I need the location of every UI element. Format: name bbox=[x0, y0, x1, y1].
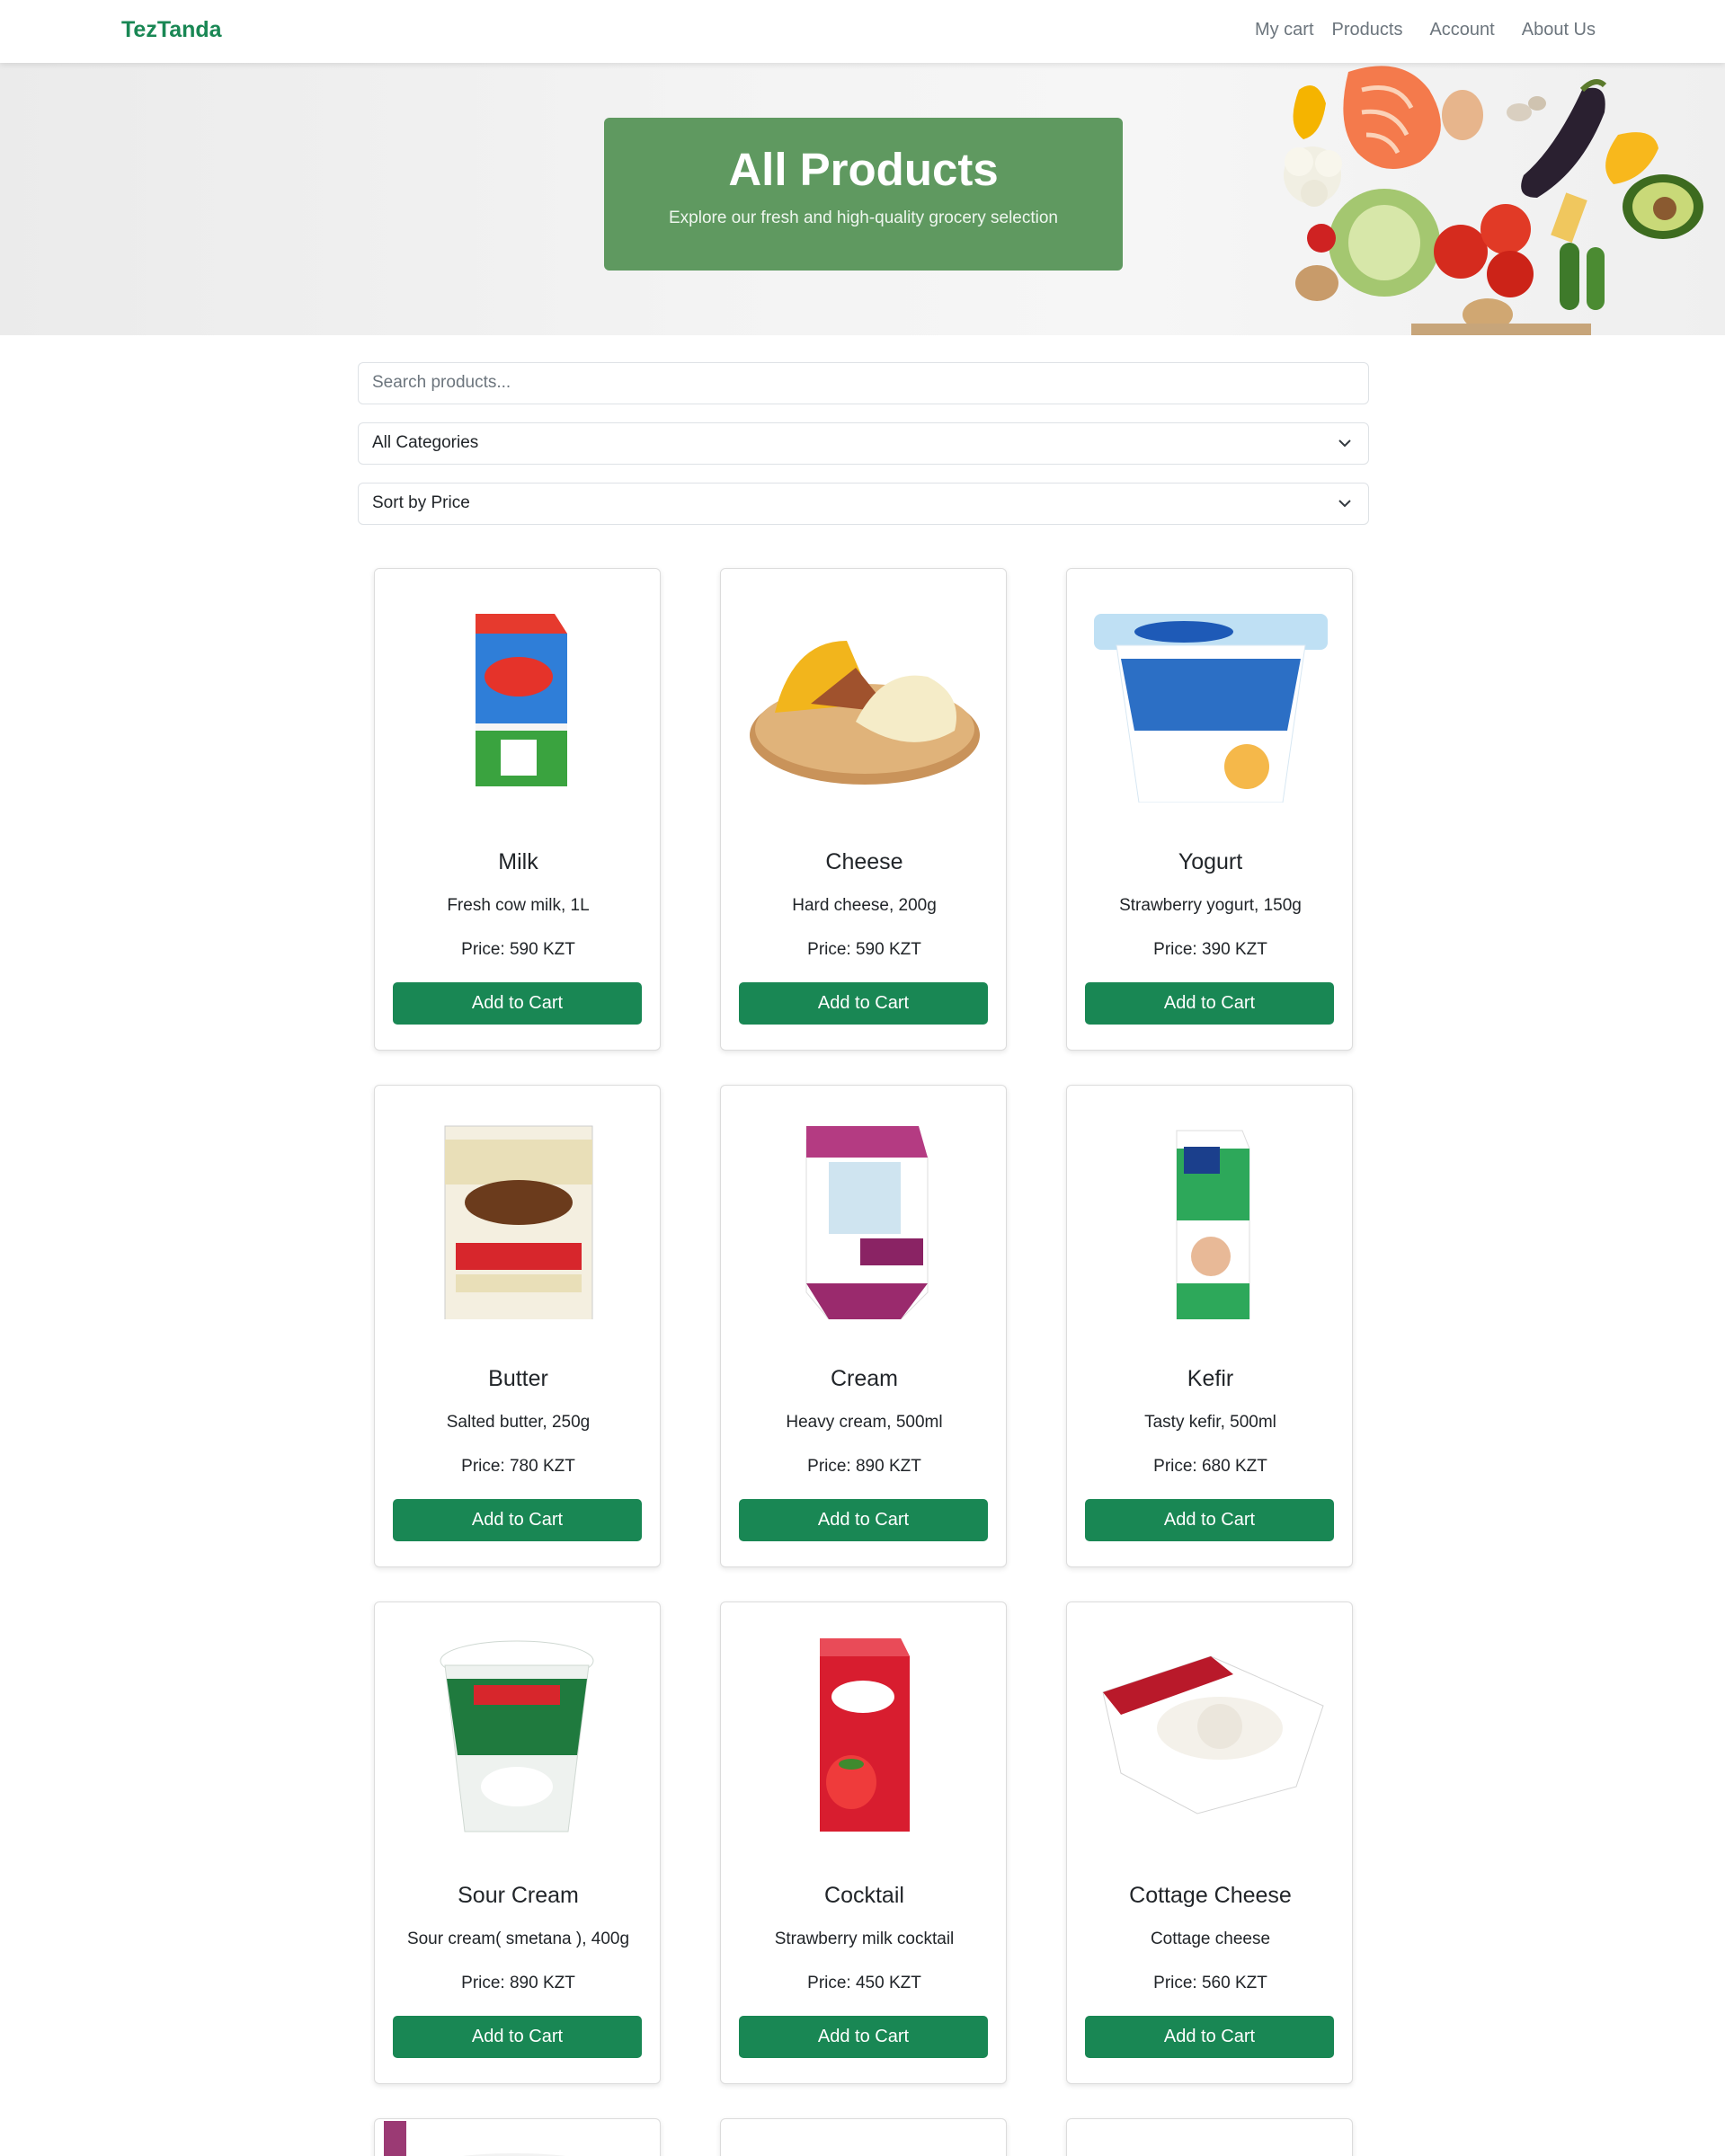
product-image-milk bbox=[476, 614, 567, 786]
product-name: Sour Cream bbox=[458, 1883, 579, 1908]
product-image-cocktail bbox=[820, 1638, 910, 1832]
product-card-milk: Milk Fresh cow milk, 1L Price: 590 KZT A… bbox=[374, 568, 661, 1051]
product-name: Butter bbox=[488, 1366, 548, 1391]
product-card-cream: Cream Heavy cream, 500ml Price: 890 KZT … bbox=[720, 1085, 1007, 1567]
product-card-cottage-cheese: Cottage Cheese Cottage cheese Price: 560… bbox=[1066, 1601, 1353, 2084]
product-card-sour-cream: Sour Cream Sour cream( smetana ), 400g P… bbox=[374, 1601, 661, 2084]
product-price: Price: 560 KZT bbox=[1153, 1974, 1267, 1992]
add-to-cart-button[interactable]: Add to Cart bbox=[1085, 982, 1334, 1025]
product-image-cheese bbox=[750, 641, 980, 785]
nav-link-products[interactable]: Products bbox=[1332, 20, 1403, 40]
product-price: Price: 680 KZT bbox=[1153, 1457, 1267, 1476]
product-image-cream bbox=[805, 1126, 929, 1319]
product-description: Heavy cream, 500ml bbox=[786, 1413, 943, 1432]
product-price: Price: 450 KZT bbox=[807, 1974, 921, 1992]
product-name: Yogurt bbox=[1178, 849, 1243, 874]
product-card-kefir: Kefir Tasty kefir, 500ml Price: 680 KZT … bbox=[1066, 1085, 1353, 1567]
product-price: Price: 590 KZT bbox=[807, 940, 921, 959]
product-price: Price: 590 KZT bbox=[461, 940, 575, 959]
product-name: Cottage Cheese bbox=[1129, 1883, 1292, 1908]
add-to-cart-button[interactable]: Add to Cart bbox=[739, 1499, 988, 1541]
add-to-cart-button[interactable]: Add to Cart bbox=[393, 982, 642, 1025]
product-image-kefir bbox=[1176, 1130, 1250, 1319]
product-description: Cottage cheese bbox=[1150, 1930, 1271, 1948]
product-price: Price: 890 KZT bbox=[807, 1457, 921, 1476]
product-name: Milk bbox=[498, 849, 538, 874]
add-to-cart-button[interactable]: Add to Cart bbox=[393, 1499, 642, 1541]
add-to-cart-button[interactable]: Add to Cart bbox=[1085, 2016, 1334, 2058]
category-select[interactable]: All Categories bbox=[358, 422, 1369, 465]
search-input[interactable]: Search products... bbox=[358, 362, 1369, 404]
page-title: All Products bbox=[728, 144, 999, 195]
product-description: Tasty kefir, 500ml bbox=[1144, 1413, 1276, 1432]
brand-logo[interactable]: TezTanda bbox=[121, 17, 222, 43]
chevron-down-icon bbox=[1338, 500, 1351, 508]
chevron-down-icon bbox=[1338, 439, 1351, 448]
product-description: Sour cream( smetana ), 400g bbox=[406, 1930, 630, 1948]
product-description: Fresh cow milk, 1L bbox=[447, 896, 590, 915]
add-to-cart-button[interactable]: Add to Cart bbox=[739, 982, 988, 1025]
category-select-value: All Categories bbox=[372, 433, 479, 452]
product-name: Kefir bbox=[1187, 1366, 1234, 1391]
navbar: TezTanda My cart Products Account About … bbox=[0, 0, 1725, 63]
sort-select-value: Sort by Price bbox=[372, 493, 470, 512]
product-card-cocktail: Cocktail Strawberry milk cocktail Price:… bbox=[720, 1601, 1007, 2084]
nav-links: My cart Products Account About Us bbox=[1255, 20, 1596, 40]
product-description: Strawberry milk cocktail bbox=[774, 1930, 955, 1948]
product-price: Price: 890 KZT bbox=[461, 1974, 575, 1992]
nav-link-account[interactable]: Account bbox=[1429, 20, 1494, 40]
product-name: Cream bbox=[830, 1366, 898, 1391]
product-image-sour-cream bbox=[440, 1640, 594, 1832]
product-card-butter: Butter Salted butter, 250g Price: 780 KZ… bbox=[374, 1085, 661, 1567]
sort-select[interactable]: Sort by Price bbox=[358, 483, 1369, 525]
nav-link-my-cart[interactable]: My cart bbox=[1255, 20, 1314, 40]
add-to-cart-button[interactable]: Add to Cart bbox=[393, 2016, 642, 2058]
search-placeholder: Search products... bbox=[372, 373, 511, 392]
product-description: Salted butter, 250g bbox=[446, 1413, 591, 1432]
product-card-cheese: Cheese Hard cheese, 200g Price: 590 KZT … bbox=[720, 568, 1007, 1051]
page-subtitle: Explore our fresh and high-quality groce… bbox=[668, 209, 1058, 227]
hero-groceries-image bbox=[1284, 66, 1703, 335]
add-to-cart-button[interactable]: Add to Cart bbox=[739, 2016, 988, 2058]
product-description: Strawberry yogurt, 150g bbox=[1119, 896, 1302, 915]
product-description: Hard cheese, 200g bbox=[792, 896, 937, 915]
product-image-partial bbox=[384, 2121, 406, 2156]
product-card-yogurt: Yogurt Strawberry yogurt, 150g Price: 39… bbox=[1066, 568, 1353, 1051]
product-image-butter bbox=[444, 1125, 593, 1319]
hero-title-box: All Products Explore our fresh and high-… bbox=[604, 118, 1123, 271]
hero-banner: All Products Explore our fresh and high-… bbox=[0, 63, 1725, 335]
add-to-cart-button[interactable]: Add to Cart bbox=[1085, 1499, 1334, 1541]
product-name: Cocktail bbox=[824, 1883, 904, 1908]
product-image-yogurt bbox=[1094, 614, 1328, 803]
product-card-partial bbox=[720, 2118, 1007, 2156]
product-price: Price: 780 KZT bbox=[461, 1457, 575, 1476]
nav-link-about-us[interactable]: About Us bbox=[1522, 20, 1596, 40]
product-card-partial bbox=[1066, 2118, 1353, 2156]
product-price: Price: 390 KZT bbox=[1153, 940, 1267, 959]
product-name: Cheese bbox=[825, 849, 903, 874]
product-image-cottage-cheese bbox=[1102, 1655, 1324, 1814]
product-card-partial bbox=[374, 2118, 661, 2156]
